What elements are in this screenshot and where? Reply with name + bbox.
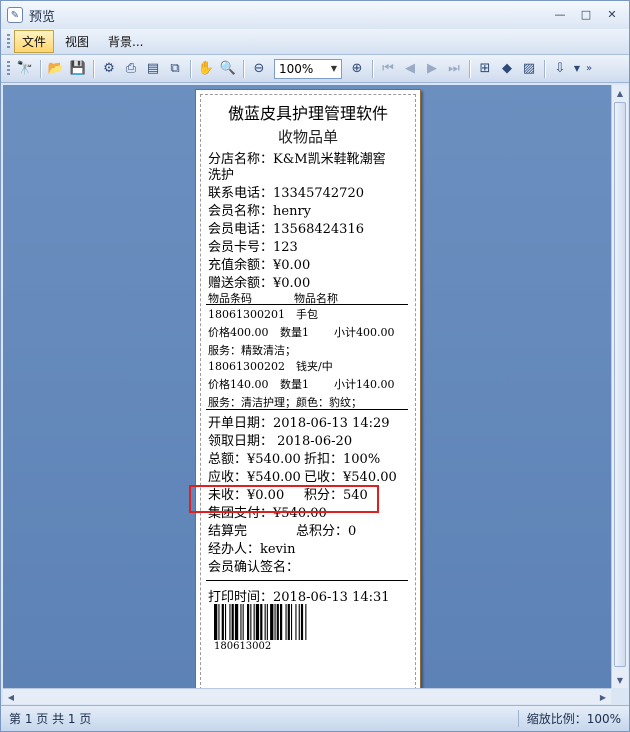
receipt-title: 傲蓝皮具护理管理软件 [227, 104, 388, 123]
toolbar: 🔭 📂 💾 ⚙ ⎙ ▤ ⧉ ✋ 🔍 ⊖ 100% ▼ ⊕ ⏮ ◀ ▶ ⏭ ⊞ ◆… [1, 55, 629, 83]
operator: 经办人：kevin [208, 542, 296, 557]
item-2-service: 服务：清洁护理；颜色：豹纹； [208, 396, 362, 409]
item-1-code: 18061300201 [208, 308, 285, 321]
vertical-scrollbar[interactable]: ▲ ▼ [611, 85, 628, 688]
overflow-icon[interactable]: » [583, 58, 595, 80]
chevron-down-icon[interactable]: ▼ [327, 60, 341, 78]
previous-page-icon[interactable]: ◀ [399, 58, 421, 80]
settled-status: 结算完 [208, 524, 248, 539]
quick-print-icon[interactable]: ▤ [142, 58, 164, 80]
export-dropdown-icon[interactable]: ▼ [571, 58, 583, 80]
next-page-icon[interactable]: ▶ [421, 58, 443, 80]
barcode-number: 180613002 [214, 641, 272, 652]
status-bar: 第 1 页 共 1 页 缩放比例：100% [1, 705, 629, 731]
scroll-up-icon[interactable]: ▲ [612, 85, 628, 101]
preview-app-icon: ✎ [7, 7, 23, 23]
menu-view[interactable]: 视图 [57, 30, 97, 53]
scroll-left-icon[interactable]: ◀ [3, 689, 19, 705]
menu-background[interactable]: 背景... [100, 30, 151, 53]
scroll-right-icon[interactable]: ▶ [595, 689, 611, 705]
zoom-ratio: 缩放比例：100% [517, 710, 621, 727]
item-1-subtotal: 小计400.00 [334, 326, 395, 339]
magnifier-icon[interactable]: 🔍 [217, 58, 239, 80]
close-button[interactable]: ✕ [599, 5, 625, 23]
item-2-price: 价格140.00 [208, 378, 269, 391]
zoom-select[interactable]: 100% ▼ [274, 58, 342, 79]
item-2-code: 18061300202 [208, 360, 285, 373]
receivable: 应收：¥540.00 [208, 470, 301, 485]
watermark-icon[interactable]: ▨ [518, 58, 540, 80]
page-setup-icon[interactable]: ⚙ [98, 58, 120, 80]
find-icon[interactable]: 🔭 [14, 58, 36, 80]
item-1-service: 服务：精致清洁； [208, 344, 296, 357]
received: 已收：¥540.00 [304, 470, 397, 485]
item-1-price: 价格400.00 [208, 326, 269, 339]
print-time: 打印时间：2018-06-13 14:31 [208, 590, 390, 605]
minimize-button[interactable]: — [547, 5, 573, 23]
hand-tool-icon[interactable]: ✋ [195, 58, 217, 80]
open-icon[interactable]: 📂 [45, 58, 67, 80]
menu-file[interactable]: 文件 [14, 30, 55, 53]
vertical-scroll-thumb[interactable] [614, 102, 626, 667]
toolbar-grip-handle[interactable] [7, 60, 10, 77]
print-icon[interactable]: ⎙ [120, 58, 142, 80]
member-phone: 会员电话：13568424316 [208, 222, 364, 237]
receipt-page: 傲蓝皮具护理管理软件 收物品单 分店名称：K&M凯米鞋靴潮窖 洗护 联系电话：1… [195, 89, 421, 688]
menu-bar: 文件 视图 背景... [1, 29, 629, 55]
item-1-name: 手包 [296, 308, 318, 321]
total-amount: 总额：¥540.00 [208, 452, 301, 467]
highlight-box [189, 485, 379, 513]
first-page-icon[interactable]: ⏮ [377, 58, 399, 80]
open-date: 开单日期：2018-06-13 14:29 [208, 416, 390, 431]
item-2-subtotal: 小计140.00 [334, 378, 395, 391]
horizontal-scrollbar[interactable]: ◀ ▶ [3, 688, 611, 704]
store-name-line2: 洗护 [208, 168, 235, 183]
zoom-in-icon[interactable]: ⊕ [346, 58, 368, 80]
export-icon[interactable]: ⇩ [549, 58, 571, 80]
color-icon[interactable]: ◆ [496, 58, 518, 80]
pickup-date: 领取日期： 2018-06-20 [208, 434, 353, 449]
discount: 折扣：100% [304, 452, 381, 467]
contact-phone: 联系电话：13345742720 [208, 186, 364, 201]
item-1-qty: 数量1 [280, 326, 309, 339]
item-2-name: 钱夹/中 [296, 360, 333, 373]
barcode [214, 604, 307, 640]
store-name-line1: 分店名称：K&M凯米鞋靴潮窖 [208, 152, 386, 167]
item-2-qty: 数量1 [280, 378, 309, 391]
preview-window: ✎ 预览 — □ ✕ 文件 视图 背景... 🔭 📂 💾 ⚙ ⎙ ▤ ⧉ ✋ 🔍… [0, 0, 630, 732]
zoom-value: 100% [279, 61, 314, 76]
scale-icon[interactable]: ⧉ [164, 58, 186, 80]
recharge-balance: 充值余额：¥0.00 [208, 258, 311, 273]
window-title: 预览 [29, 9, 56, 25]
gift-balance: 赠送余额：¥0.00 [208, 276, 311, 291]
zoom-out-icon[interactable]: ⊖ [248, 58, 270, 80]
save-icon[interactable]: 💾 [67, 58, 89, 80]
total-points: 总积分：0 [296, 524, 357, 539]
member-signature-label: 会员确认签名： [208, 560, 300, 575]
menu-grip-handle[interactable] [7, 33, 10, 50]
receipt-subtitle: 收物品单 [277, 128, 338, 146]
preview-area[interactable]: 傲蓝皮具护理管理软件 收物品单 分店名称：K&M凯米鞋靴潮窖 洗护 联系电话：1… [3, 85, 611, 688]
member-card-number: 会员卡号：123 [208, 240, 298, 255]
maximize-button[interactable]: □ [573, 5, 599, 23]
multipage-icon[interactable]: ⊞ [474, 58, 496, 80]
title-bar: ✎ 预览 — □ ✕ [1, 1, 629, 29]
last-page-icon[interactable]: ⏭ [443, 58, 465, 80]
scroll-down-icon[interactable]: ▼ [612, 672, 628, 688]
member-name: 会员名称：henry [208, 204, 311, 219]
page-count: 第 1 页 共 1 页 [9, 712, 92, 726]
